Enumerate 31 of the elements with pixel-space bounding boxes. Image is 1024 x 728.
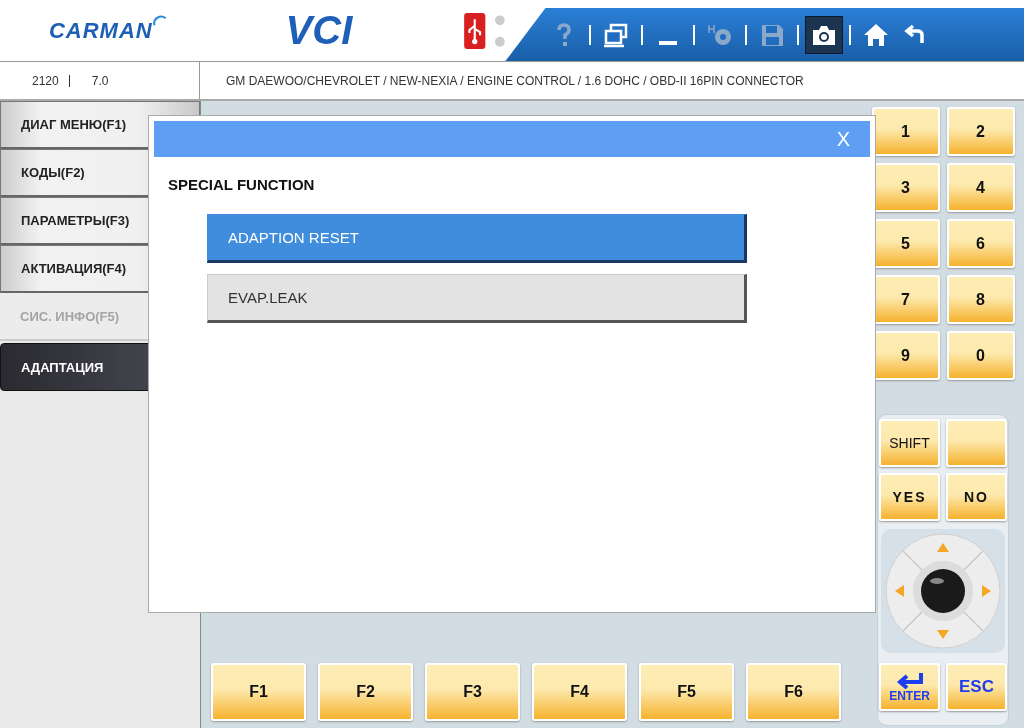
code-text: 2120	[32, 73, 59, 88]
function-key[interactable]: F3	[425, 663, 520, 721]
product-title: VCI	[285, 8, 353, 53]
swoosh-icon	[152, 13, 167, 28]
function-key[interactable]: F6	[746, 663, 841, 721]
keypad-key[interactable]: NO	[946, 473, 1007, 521]
vehicle-path: GM DAEWOO/CHEVROLET / NEW-NEXIA / ENGINE CONTROL / 1.6 DOHC / OBD-II 16PIN CONNECTOR	[225, 73, 804, 88]
function-key[interactable]: F1	[211, 663, 306, 721]
enter-arrow-icon	[894, 671, 925, 689]
keypad-key[interactable]: ESC	[946, 663, 1007, 711]
digit-key[interactable]: 6	[946, 219, 1015, 268]
digit-key[interactable]: 0	[946, 331, 1015, 380]
digit-key[interactable]: 1	[871, 107, 940, 156]
usb-icon	[464, 12, 486, 49]
digit-key[interactable]: 8	[946, 275, 1015, 324]
function-key[interactable]: F5	[639, 663, 734, 721]
keypad-key[interactable]: YES	[879, 473, 940, 521]
minimize-icon	[659, 40, 678, 45]
enter-label: ENTER	[889, 689, 930, 703]
function-option[interactable]: EVAP.LEAK	[207, 274, 747, 323]
brand-logo: CARMAN	[48, 17, 153, 44]
direction-pad[interactable]	[885, 533, 1001, 649]
keypad-key[interactable]: ENTER	[879, 663, 940, 711]
function-key[interactable]: F4	[532, 663, 627, 721]
keypad-key[interactable]: SHIFT	[879, 419, 940, 467]
digit-key[interactable]: 4	[946, 163, 1015, 212]
version-text: 7.0	[91, 73, 109, 88]
status-lights-icon	[493, 12, 506, 49]
digit-key[interactable]: 2	[946, 107, 1015, 156]
function-key[interactable]: F2	[318, 663, 413, 721]
camera-button[interactable]	[805, 15, 844, 54]
